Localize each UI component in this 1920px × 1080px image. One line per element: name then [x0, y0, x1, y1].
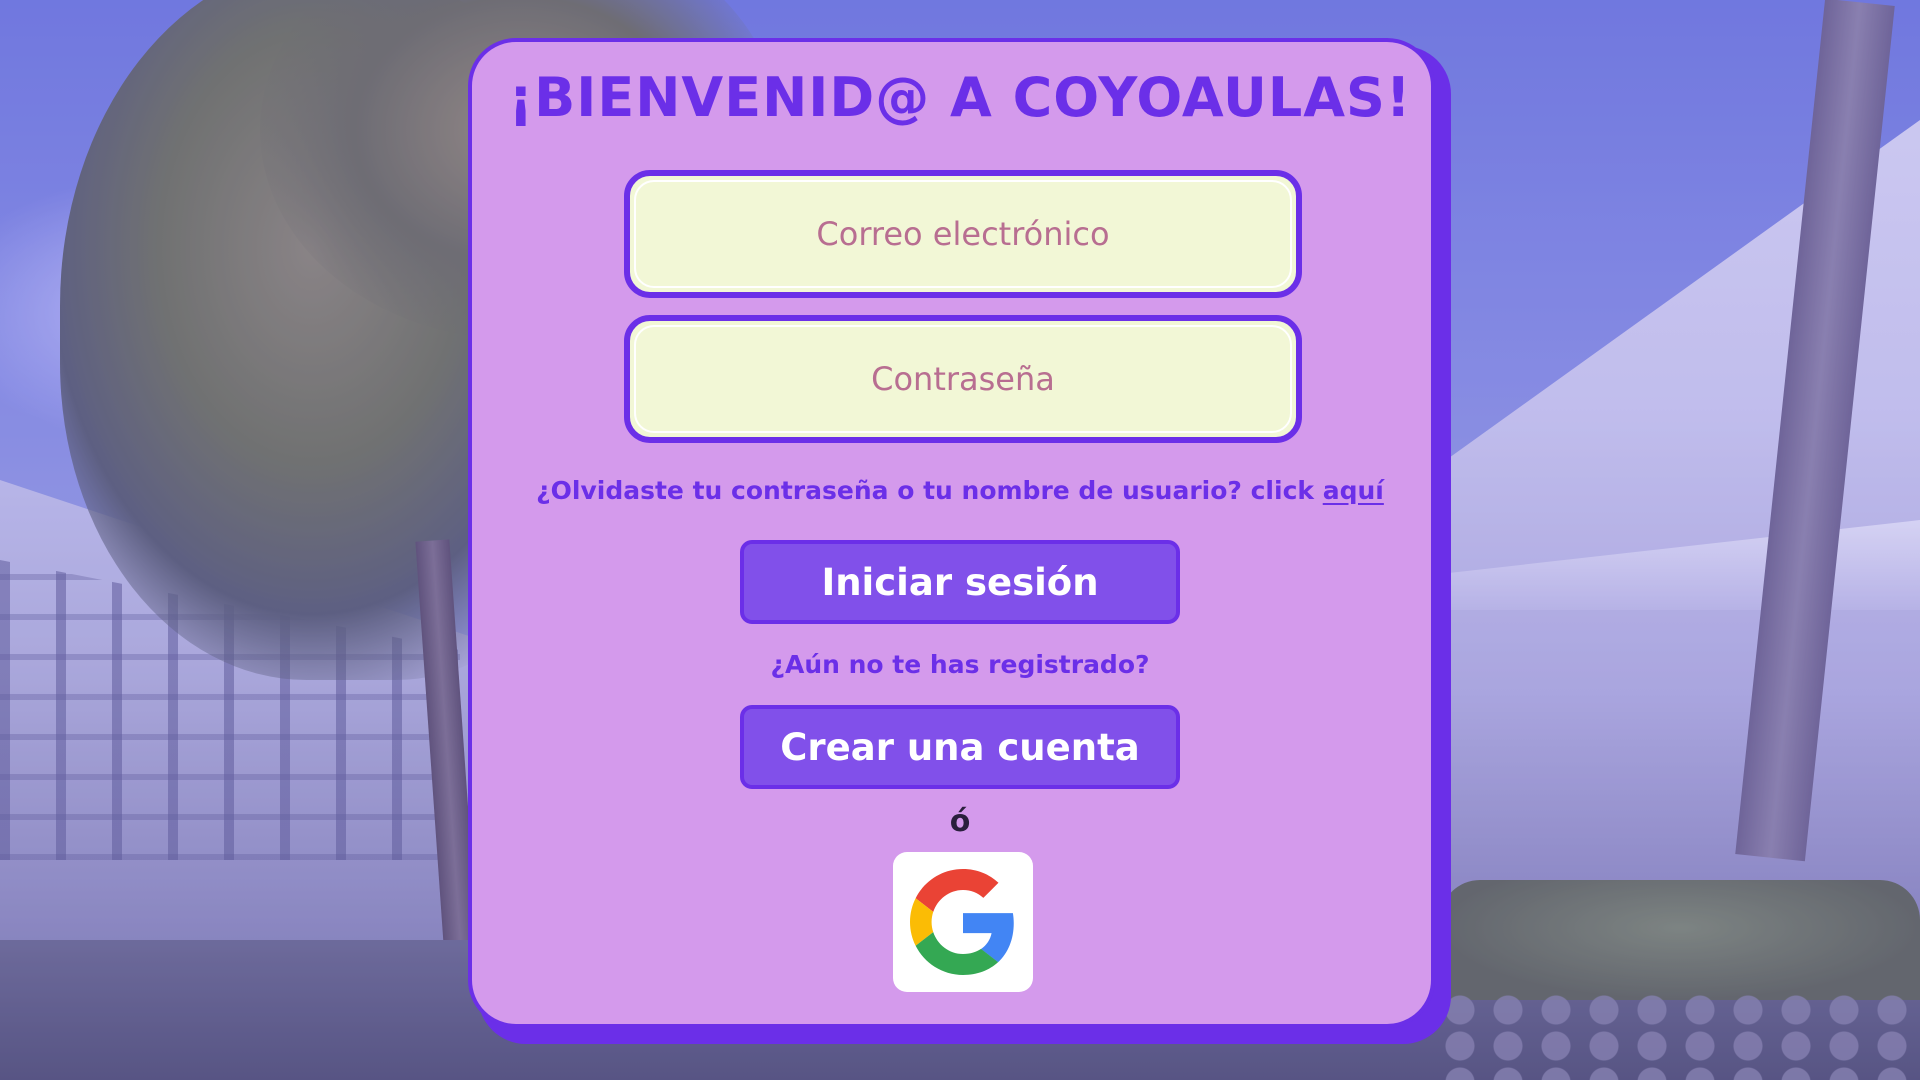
forgot-password-text: ¿Olvidaste tu contraseña o tu nombre de … [0, 476, 1920, 505]
login-screen: ¡BIENVENID@ A COYOAULAS! ¿Olvidaste tu c… [0, 0, 1920, 1080]
password-input[interactable] [661, 359, 1265, 399]
email-input[interactable] [661, 214, 1265, 254]
register-prompt: ¿Aún no te has registrado? [770, 650, 1150, 679]
email-field[interactable] [624, 170, 1302, 298]
create-account-button[interactable]: Crear una cuenta [740, 705, 1180, 789]
forgot-password-label: ¿Olvidaste tu contraseña o tu nombre de … [536, 476, 1323, 505]
page-title: ¡BIENVENID@ A COYOAULAS! [508, 66, 1412, 129]
google-logo-icon [910, 869, 1014, 975]
password-field[interactable] [624, 315, 1302, 443]
google-sign-in-button[interactable] [893, 852, 1033, 992]
or-separator: ó [949, 804, 971, 839]
forgot-password-link[interactable]: aquí [1323, 476, 1384, 505]
login-button[interactable]: Iniciar sesión [740, 540, 1180, 624]
